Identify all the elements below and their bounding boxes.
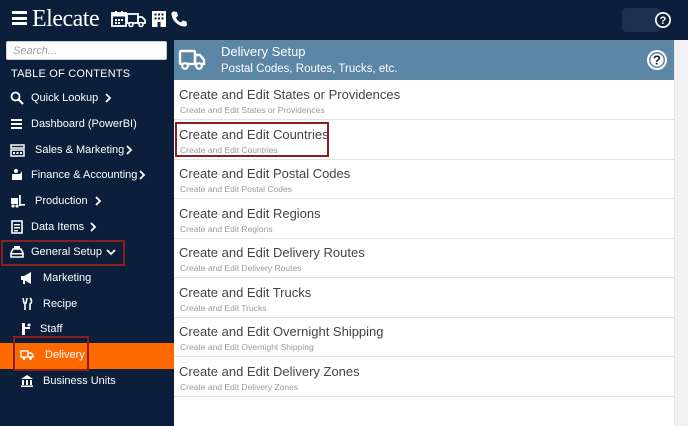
megaphone-icon xyxy=(21,272,31,284)
sidebar-item-marketing[interactable]: Marketing xyxy=(0,266,174,291)
sidebar: TABLE OF CONTENTS Quick Lookup Dashboard… xyxy=(0,40,174,426)
sidebar-item-delivery[interactable]: Delivery xyxy=(0,343,174,369)
chevron-down-icon xyxy=(106,249,116,256)
sidebar-item-dashboard[interactable]: Dashboard (PowerBI) xyxy=(0,112,174,137)
search-icon xyxy=(10,91,24,105)
list-item-title: Create and Edit Delivery Routes xyxy=(179,245,365,260)
data-items-icon xyxy=(11,220,23,234)
sidebar-item-production[interactable]: Production xyxy=(0,189,174,214)
page-title: Delivery Setup xyxy=(221,44,306,59)
chevron-right-icon xyxy=(139,170,146,180)
list-item-title: Create and Edit States or Providences xyxy=(179,87,401,102)
search-input[interactable] xyxy=(6,41,167,60)
chevron-right-icon xyxy=(105,93,112,103)
list-item-description: Create and Edit Delivery Routes xyxy=(180,263,302,273)
list-item-postal-codes[interactable]: Create and Edit Postal Codes Create and … xyxy=(174,159,674,199)
list-item-title: Create and Edit Postal Codes xyxy=(179,166,351,181)
chevron-right-icon xyxy=(126,145,133,155)
list-item-description: Create and Edit Trucks xyxy=(180,303,267,313)
list-item-overnight-shipping[interactable]: Create and Edit Overnight Shipping Creat… xyxy=(174,317,674,357)
list-icon xyxy=(11,119,22,129)
list-item-regions[interactable]: Create and Edit Regions Create and Edit … xyxy=(174,199,674,239)
list-item-description: Create and Edit Delivery Zones xyxy=(180,382,299,392)
sidebar-item-label: Sales & Marketing xyxy=(35,144,125,156)
recipe-icon xyxy=(22,297,33,310)
sidebar-item-quick-lookup[interactable]: Quick Lookup xyxy=(0,86,174,111)
truck-icon[interactable] xyxy=(126,10,146,28)
svg-text:?: ? xyxy=(653,53,661,68)
chevron-right-icon xyxy=(95,196,102,206)
help-icon[interactable]: ? xyxy=(646,49,668,71)
sidebar-item-label: Marketing xyxy=(43,272,92,284)
sidebar-item-label: Finance & Accounting xyxy=(31,169,138,181)
list-item-delivery-routes[interactable]: Create and Edit Delivery Routes Create a… xyxy=(174,238,674,278)
building-icon[interactable] xyxy=(150,10,168,28)
list-item-title: Create and Edit Delivery Zones xyxy=(179,364,360,379)
toc-title: TABLE OF CONTENTS xyxy=(11,68,131,80)
help-icon[interactable]: ? xyxy=(654,11,672,29)
hamburger-icon[interactable] xyxy=(12,11,27,25)
top-bar: Elecate ? xyxy=(0,0,688,40)
setup-icon xyxy=(10,246,24,258)
sidebar-item-label: Data Items xyxy=(31,221,85,233)
list-item-countries[interactable]: Create and Edit Countries Create and Edi… xyxy=(174,120,674,160)
truck-icon xyxy=(20,350,34,360)
page-subtitle: Postal Codes, Routes, Trucks, etc. xyxy=(221,63,398,75)
main-content: Delivery Setup Postal Codes, Routes, Tru… xyxy=(174,40,674,426)
list-item-trucks[interactable]: Create and Edit Trucks Create and Edit T… xyxy=(174,278,674,318)
svg-text:?: ? xyxy=(660,15,667,27)
sidebar-item-label: Business Units xyxy=(43,375,116,387)
forklift-icon xyxy=(11,195,25,208)
chevron-right-icon xyxy=(90,222,97,232)
list-item-states[interactable]: Create and Edit States or Providences Cr… xyxy=(174,80,674,120)
list-item-description: Create and Edit Postal Codes xyxy=(180,184,292,194)
sidebar-item-label: Staff xyxy=(40,323,63,335)
cash-register-icon xyxy=(10,144,25,157)
list-item-description: Create and Edit Overnight Shipping xyxy=(180,342,314,352)
sidebar-item-recipe[interactable]: Recipe xyxy=(0,292,174,317)
finance-icon xyxy=(12,169,22,180)
sidebar-item-label: Production xyxy=(35,195,88,207)
sidebar-item-staff[interactable]: Staff xyxy=(0,317,174,342)
sidebar-item-label: Delivery xyxy=(45,349,85,361)
sidebar-item-business-units[interactable]: Business Units xyxy=(0,369,174,394)
sidebar-item-sales-marketing[interactable]: Sales & Marketing xyxy=(0,138,174,163)
list-item-title: Create and Edit Countries xyxy=(179,127,329,142)
page-header: Delivery Setup Postal Codes, Routes, Tru… xyxy=(174,40,674,80)
sidebar-item-label: Recipe xyxy=(43,298,78,310)
list-item-description: Create and Edit Countries xyxy=(180,145,278,155)
sidebar-item-label: Dashboard (PowerBI) xyxy=(31,118,137,130)
list-item-title: Create and Edit Trucks xyxy=(179,285,312,300)
truck-icon xyxy=(178,49,206,70)
business-units-icon xyxy=(21,375,33,387)
sidebar-item-data-items[interactable]: Data Items xyxy=(0,215,174,240)
list-item-title: Create and Edit Overnight Shipping xyxy=(179,324,384,339)
app-logo[interactable]: Elecate xyxy=(32,6,100,33)
sidebar-item-label: General Setup xyxy=(31,246,102,258)
sidebar-item-general-setup[interactable]: General Setup xyxy=(0,240,174,265)
list-item-title: Create and Edit Regions xyxy=(179,206,321,221)
sidebar-item-finance-accounting[interactable]: Finance & Accounting xyxy=(0,163,174,188)
list-item-description: Create and Edit States or Providences xyxy=(180,105,325,115)
sidebar-item-label: Quick Lookup xyxy=(31,92,99,104)
vertical-scrollbar[interactable] xyxy=(674,40,688,426)
list-item-delivery-zones[interactable]: Create and Edit Delivery Zones Create an… xyxy=(174,357,674,397)
staff-icon xyxy=(22,323,31,335)
list-item-description: Create and Edit Regions xyxy=(180,224,273,234)
phone-icon[interactable] xyxy=(170,10,188,28)
